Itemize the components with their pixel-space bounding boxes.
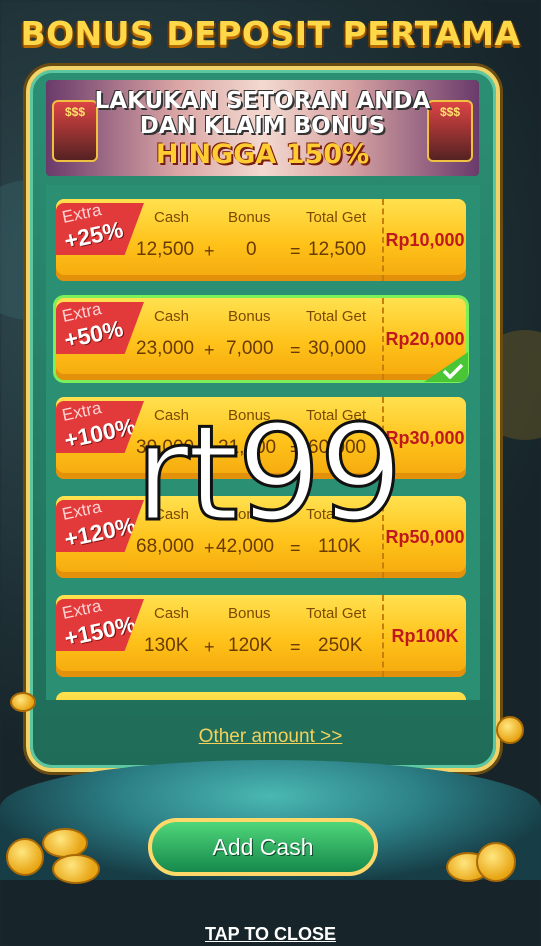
tap-to-close[interactable]: TAP TO CLOSE (0, 924, 541, 945)
promo-banner: $$$ $$$ LAKUKAN SETORAN ANDA DAN KLAIM B… (46, 80, 479, 176)
equals-sign: = (290, 241, 301, 261)
cash-header: Cash (154, 605, 190, 622)
dialog-title: BONUS DEPOSIT PERTAMA (20, 14, 521, 53)
watermark-text: rt99 (134, 397, 405, 551)
price-button[interactable]: Rp100K (382, 595, 466, 677)
bonus-header: Bonus (228, 308, 271, 325)
banner-line-1: LAKUKAN SETORAN ANDA (94, 88, 431, 114)
other-amount-link[interactable]: Other amount >> (0, 726, 541, 748)
coin-icon (476, 842, 516, 882)
offer-card-partial (56, 692, 466, 700)
total-value: 250K (318, 635, 363, 656)
bonus-header: Bonus (228, 209, 271, 226)
bonus-header: Bonus (228, 605, 271, 622)
offer-card[interactable]: Extra +25% Cash Bonus Total Get 12,500 +… (56, 199, 466, 281)
bonus-value: 7,000 (226, 338, 274, 359)
bonus-value: 120K (228, 635, 273, 656)
bonus-value: 0 (246, 239, 257, 260)
add-cash-button[interactable]: Add Cash (148, 818, 378, 876)
cash-value: 130K (144, 635, 189, 656)
total-value: 12,500 (308, 239, 367, 260)
cash-header: Cash (154, 308, 190, 325)
cash-value: 12,500 (136, 239, 195, 260)
offer-card[interactable]: Extra +50% Cash Bonus Total Get 23,000 +… (56, 298, 468, 382)
total-value: 30,000 (308, 338, 367, 359)
coin-icon (6, 838, 44, 876)
plus-sign: + (204, 340, 215, 360)
plus-sign: + (204, 241, 215, 261)
equals-sign: = (290, 637, 301, 657)
cash-header: Cash (154, 209, 190, 226)
banner-line-2: DAN KLAIM BONUS (139, 113, 386, 139)
coin-icon (52, 854, 100, 884)
coin-icon (496, 716, 524, 744)
cash-value: 23,000 (136, 338, 195, 359)
total-header: Total Get (306, 209, 367, 226)
equals-sign: = (290, 340, 301, 360)
total-header: Total Get (306, 605, 367, 622)
total-header: Total Get (306, 308, 367, 325)
price-button[interactable]: Rp10,000 (382, 199, 466, 281)
offer-card[interactable]: Extra +150% Cash Bonus Total Get 130K + … (56, 595, 466, 677)
banner-line-3: HINGGA 150% (155, 139, 370, 170)
plus-sign: + (204, 637, 215, 657)
coin-icon (10, 692, 36, 712)
